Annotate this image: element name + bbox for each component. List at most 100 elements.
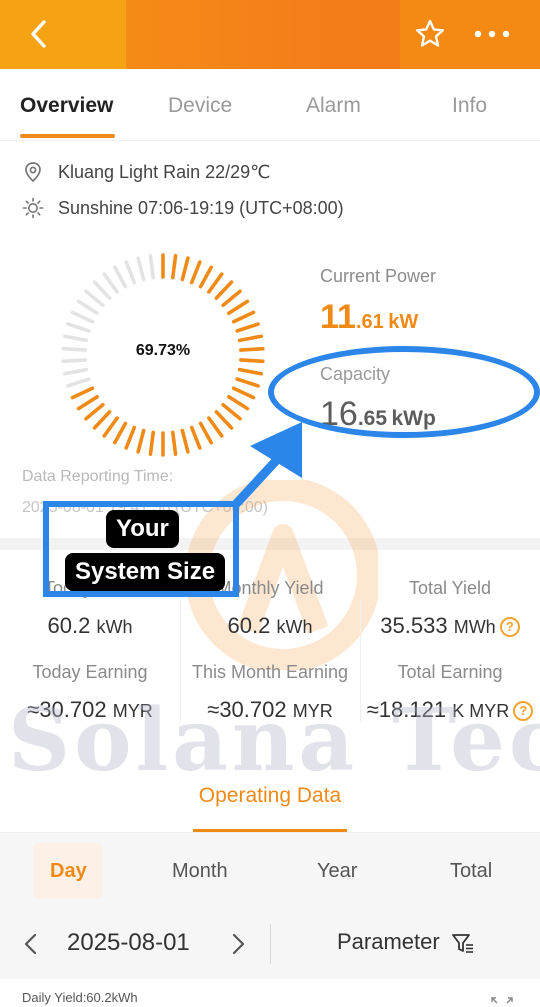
current-power-unit: kW <box>388 311 419 333</box>
gauge-tick <box>237 367 264 376</box>
chevron-left-icon[interactable] <box>20 931 40 957</box>
today-yield-value: 60.2 kWh <box>0 613 180 639</box>
gauge-tick <box>136 256 146 282</box>
location-pin-icon <box>25 162 41 183</box>
gauge-tick <box>180 428 190 454</box>
more-options-button[interactable] <box>468 16 516 52</box>
tab-alarm[interactable]: Alarm <box>306 94 361 118</box>
gauge-tick <box>61 358 87 364</box>
month-earning-label: This Month Earning <box>191 662 349 682</box>
date-divider <box>270 924 271 964</box>
current-power-int: 11 <box>320 298 356 336</box>
gauge-tick <box>62 367 89 376</box>
gauge-tick <box>198 421 213 445</box>
sunshine-text: Sunshine 07:06-19:19 (UTC+08:00) <box>58 197 344 218</box>
gauge-tick <box>221 289 242 308</box>
current-power-label: Current Power <box>320 266 437 286</box>
daily-yield-text: Daily Yield:60.2kWh <box>22 990 138 1005</box>
gauge-tick <box>124 425 137 450</box>
gauge-tick <box>170 253 178 280</box>
gauge-tick <box>235 322 260 333</box>
gauge-tick <box>148 430 156 457</box>
weather-text: Kluang Light Rain 22/29℃ <box>58 161 271 182</box>
gauge-tick <box>231 386 256 400</box>
period-day[interactable]: Day <box>50 860 87 883</box>
gauge-tick <box>113 421 128 445</box>
parameter-button[interactable]: Parameter <box>337 929 440 955</box>
gauge-tick <box>70 386 95 400</box>
filter-icon[interactable] <box>451 932 475 954</box>
sunshine-row: Sunshine 07:06-19:19 (UTC+08:00) <box>22 197 344 219</box>
tab-device[interactable]: Device <box>168 94 232 118</box>
report-time-label: Data Reporting Time: <box>22 468 174 485</box>
expand-icon[interactable] <box>490 996 514 1007</box>
today-yield-unit: kWh <box>96 617 133 637</box>
gauge-tick <box>76 394 99 411</box>
gauge-tick <box>102 272 119 294</box>
gauge-tick <box>180 256 190 282</box>
gauge-tick <box>113 265 128 289</box>
watermark-text: Solana Tec <box>8 690 540 791</box>
operating-data-title: Operating Data <box>198 784 342 807</box>
gauge-percent: 69.73% <box>135 342 191 359</box>
gauge-tick <box>76 299 99 316</box>
gauge-tick <box>70 310 95 324</box>
sun-icon <box>22 197 44 219</box>
gauge-tick <box>170 430 178 457</box>
total-yield-label: Total Yield <box>408 578 492 598</box>
gauge-tick <box>235 377 260 388</box>
gauge-tick <box>227 299 250 316</box>
back-button[interactable] <box>22 16 58 52</box>
favorite-button[interactable] <box>410 14 450 54</box>
active-tab-indicator <box>20 134 115 138</box>
gauge-tick <box>124 260 137 285</box>
star-icon <box>415 19 444 47</box>
gauge-tick <box>66 322 91 333</box>
gauge-tick <box>66 377 91 388</box>
period-year[interactable]: Year <box>317 860 357 883</box>
today-earning-label: Today Earning <box>32 662 148 682</box>
current-power-value: 11.61 kW <box>320 298 418 337</box>
weather-row: Kluang Light Rain 22/29℃ <box>22 161 270 183</box>
total-yield-unit: MWh <box>453 617 496 637</box>
gauge-tick <box>198 265 213 289</box>
header-left-block <box>0 0 126 69</box>
tab-info[interactable]: Info <box>452 94 487 118</box>
gauge-tick <box>102 416 119 438</box>
gauge-tick <box>84 402 105 421</box>
gauge-tick <box>231 310 256 324</box>
operating-data-underline <box>193 829 347 832</box>
gauge-tick <box>189 425 202 450</box>
current-power-dec: .61 <box>355 311 384 333</box>
period-month[interactable]: Month <box>172 860 228 883</box>
annotation-label-line1: Your <box>106 510 179 548</box>
gauge-tick <box>214 280 234 300</box>
gauge-tick <box>84 289 105 308</box>
gauge-tick <box>92 410 112 430</box>
gauge-tick <box>189 260 202 285</box>
more-dots-icon <box>474 30 510 38</box>
selected-date[interactable]: 2025-08-01 <box>67 929 190 957</box>
today-yield-number: 60.2 <box>47 613 91 638</box>
total-earning-label: Total Earning <box>397 662 503 682</box>
gauge-tick <box>239 358 265 364</box>
total-yield-number: 35.533 <box>380 613 448 638</box>
annotation-label-line2: System Size <box>65 553 226 591</box>
tab-overview[interactable]: Overview <box>20 94 113 118</box>
monthly-yield-unit: kWh <box>276 617 313 637</box>
help-icon[interactable]: ? <box>499 617 520 637</box>
total-yield-value: 35.533 MWh? <box>360 613 540 639</box>
gauge-tick <box>207 272 224 294</box>
monthly-yield-value: 60.2 kWh <box>180 613 360 639</box>
gauge-tick <box>62 334 89 343</box>
gauge-tick <box>148 253 156 280</box>
chevron-left-icon <box>31 20 46 48</box>
app-header <box>0 0 540 69</box>
gauge-tick <box>136 428 146 454</box>
period-total[interactable]: Total <box>450 860 492 883</box>
monthly-yield-number: 60.2 <box>227 613 271 638</box>
gauge-tick <box>227 394 250 411</box>
gauge-tick <box>92 280 112 300</box>
chevron-right-icon[interactable] <box>229 931 249 957</box>
gauge-tick <box>237 334 264 343</box>
